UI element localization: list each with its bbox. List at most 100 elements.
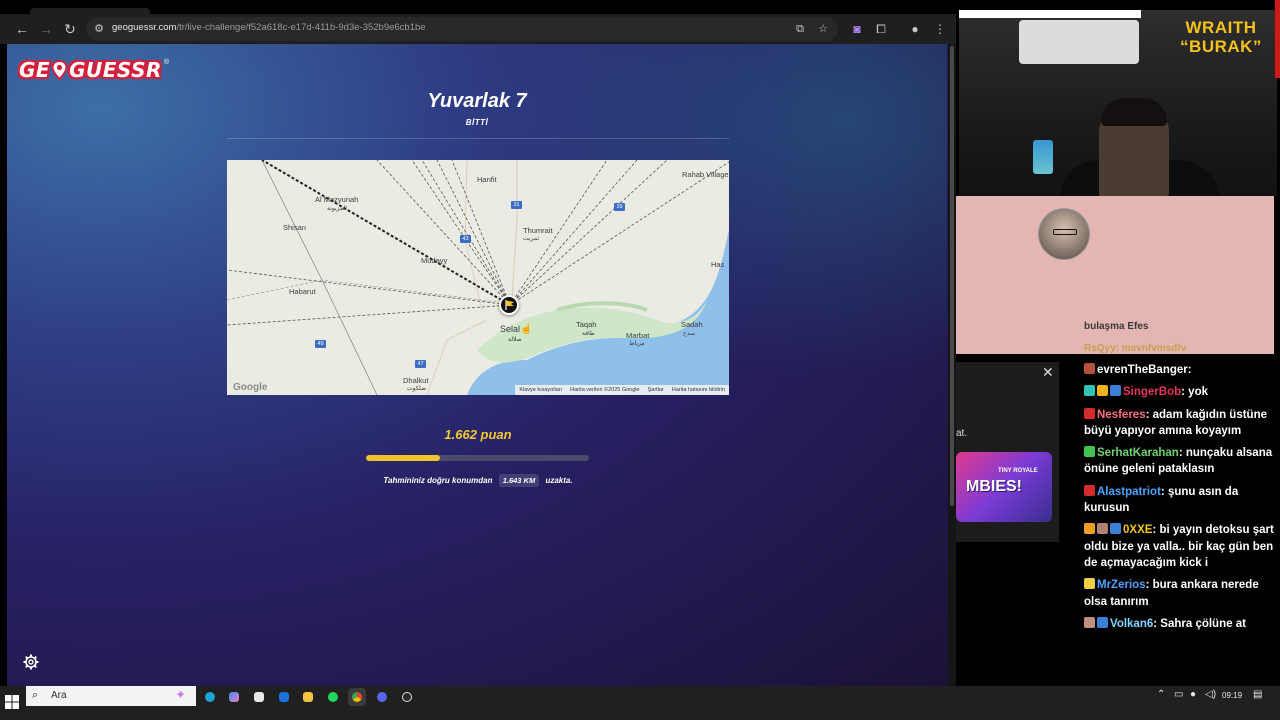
streamer-name: WRAITH “BURAK” [1166, 18, 1276, 56]
report-map-error-link[interactable]: Harita hatasını bildirin [672, 387, 725, 393]
mouse-cursor: ☝ [520, 324, 533, 335]
popup-text: at. [956, 428, 968, 439]
map-label-taqah-arabic: طاقة [582, 331, 595, 337]
browser-window: ← → ↻ ⚙ geoguessr.com/tr/live-challenge/… [0, 0, 956, 686]
bookmark-star-icon[interactable]: ☆ [815, 21, 831, 37]
logo-registered: ® [163, 59, 170, 66]
chat-badge-icon [1084, 385, 1095, 397]
google-logo[interactable]: Google [233, 382, 267, 393]
address-bar[interactable]: ⚙ geoguessr.com/tr/live-challenge/f52a61… [86, 17, 838, 41]
streamer-name-line-2: “BURAK” [1180, 37, 1262, 56]
webcam-pc-lights [1033, 140, 1053, 174]
chat-username[interactable]: Alastpatriot [1097, 486, 1161, 498]
clock[interactable]: 09:19 [1222, 691, 1242, 700]
chat-username[interactable]: SerhatKarahan [1097, 447, 1179, 459]
site-info-icon[interactable]: ⚙ [92, 22, 106, 36]
outlook-icon[interactable] [275, 688, 293, 706]
notifications-icon[interactable]: ▤ [1253, 689, 1262, 700]
page-scrollbar[interactable] [948, 44, 956, 686]
copilot-icon[interactable] [225, 688, 243, 706]
road-shield-39: 39 [614, 203, 625, 211]
reload-icon[interactable]: ↻ [60, 19, 80, 39]
edge-icon[interactable] [201, 688, 219, 706]
chat-username[interactable]: 0XXE [1123, 524, 1152, 536]
microphone-icon[interactable]: ● [1190, 689, 1196, 700]
file-explorer-icon[interactable] [299, 688, 317, 706]
game-promo-popup: ✕ at. TINY ROYALE MBIES! [956, 362, 1059, 542]
map-label-dhalkut-arabic: ضلكوت [407, 386, 427, 392]
windows-start-icon[interactable] [4, 694, 20, 710]
promo-game-thumbnail[interactable]: TINY ROYALE MBIES! [956, 452, 1052, 522]
profile-icon[interactable]: ● [907, 21, 923, 37]
back-icon[interactable]: ← [12, 19, 32, 39]
map-label-almazyunah-arabic: المزيونة [327, 206, 347, 212]
chat-username[interactable]: SingerBob [1123, 386, 1181, 398]
extensions-puzzle-icon[interactable]: ⧠ [873, 21, 889, 37]
browser-toolbar: ← → ↻ ⚙ geoguessr.com/tr/live-challenge/… [0, 14, 956, 44]
chat-separator: : [1160, 485, 1168, 498]
tray-chevron-icon[interactable]: ⌃ [1157, 689, 1165, 700]
store-icon[interactable] [250, 688, 268, 706]
promo-game-subtitle: TINY ROYALE [998, 468, 1038, 474]
result-map[interactable]: Hanfit Rahab Village Al Mazyunah المزيون… [227, 160, 729, 395]
taskbar-search[interactable]: ⌕ Ara ✦ [26, 686, 196, 706]
geoguessr-logo[interactable]: GE GUESSR ® [19, 57, 169, 83]
copilot-sparkle-icon[interactable]: ✦ [175, 687, 186, 703]
network-icon[interactable]: ▭ [1174, 689, 1183, 700]
chrome-icon[interactable] [348, 688, 366, 706]
map-label-salalah-arabic: صلالة [508, 337, 522, 343]
webcam-streamer-hair [1101, 98, 1167, 126]
stream-overlay: WRAITH “BURAK” bulaşma Efes RsQyy: msvnf… [956, 0, 1280, 686]
logo-pin-icon [51, 60, 68, 80]
chat-message: SingerBob: yok [1084, 384, 1280, 400]
map-label-dhalkut: Dhalkut [403, 376, 429, 385]
extension-icon[interactable]: ◙ [849, 21, 865, 37]
search-icon: ⌕ [32, 689, 39, 701]
map-label-sadah: Sadah [681, 320, 703, 329]
chat-badge-icon [1084, 578, 1095, 590]
distance-prefix: Tahmininiz doğru konumdan [383, 476, 493, 485]
chat-separator: : [1187, 364, 1192, 376]
road-shield-49: 49 [315, 340, 326, 348]
chat-message: Volkan6: Sahra çölüne at [1084, 616, 1280, 632]
map-attribution: Klavye kısayolları Harita verileri ©2025… [515, 385, 729, 395]
score-progress-bar [366, 455, 589, 461]
chat-message: 0XXE: bi yayın detoksu şart oldu bize ya… [1084, 522, 1280, 571]
terms-link[interactable]: Şartlar [648, 387, 664, 393]
tab-strip [0, 0, 956, 14]
discord-icon[interactable] [373, 688, 391, 706]
chat-username[interactable]: evrenTheBanger [1097, 364, 1188, 376]
road-shield-47: 47 [415, 360, 426, 368]
chat-badge-icon [1084, 484, 1095, 496]
install-app-icon[interactable]: ⧉ [792, 21, 808, 37]
scrollbar-thumb[interactable] [950, 46, 954, 506]
chat-username[interactable]: MrZerios [1097, 579, 1146, 591]
chat-text: yok [1188, 386, 1208, 399]
chat-badge-icon [1110, 385, 1121, 397]
browser-menu-icon[interactable]: ⋮ [932, 21, 948, 37]
chat-username[interactable]: Volkan6 [1110, 618, 1153, 630]
chat-list: evrenTheBanger: SingerBob: yok Nesferes: … [1084, 362, 1280, 638]
volume-icon[interactable]: ◁) [1205, 689, 1216, 700]
score-progress-fill [366, 455, 440, 461]
keyboard-shortcuts-link[interactable]: Klavye kısayolları [519, 387, 562, 393]
road-shield-43: 43 [460, 235, 471, 243]
correct-location-flag-pin[interactable] [499, 295, 519, 315]
chat-separator: : [1145, 408, 1153, 421]
round-title: Yuvarlak 7 [427, 90, 527, 112]
forward-icon[interactable]: → [36, 19, 56, 39]
url-text[interactable]: geoguessr.com/tr/live-challenge/f52a618c… [112, 22, 426, 33]
map-canvas [227, 160, 729, 395]
geoguessr-page: GE GUESSR ® Yuvarlak 7 BİTTİ Hanfit Raha… [7, 44, 948, 686]
flag-icon [505, 300, 514, 310]
obs-icon[interactable] [398, 688, 416, 706]
map-label-marbat-arabic: مرباط [629, 341, 645, 347]
chat-badge-icon [1084, 363, 1095, 374]
settings-gear-icon[interactable] [23, 654, 39, 670]
round-score: 1.662 puan [444, 427, 512, 442]
chat-username[interactable]: Nesferes [1097, 409, 1146, 421]
chat-faded-line-2: RsQyy: msvnfvmsdfv [1084, 343, 1187, 354]
spotify-icon[interactable] [324, 688, 342, 706]
chat-badge-icon [1084, 616, 1095, 628]
close-icon[interactable]: ✕ [1042, 364, 1054, 381]
